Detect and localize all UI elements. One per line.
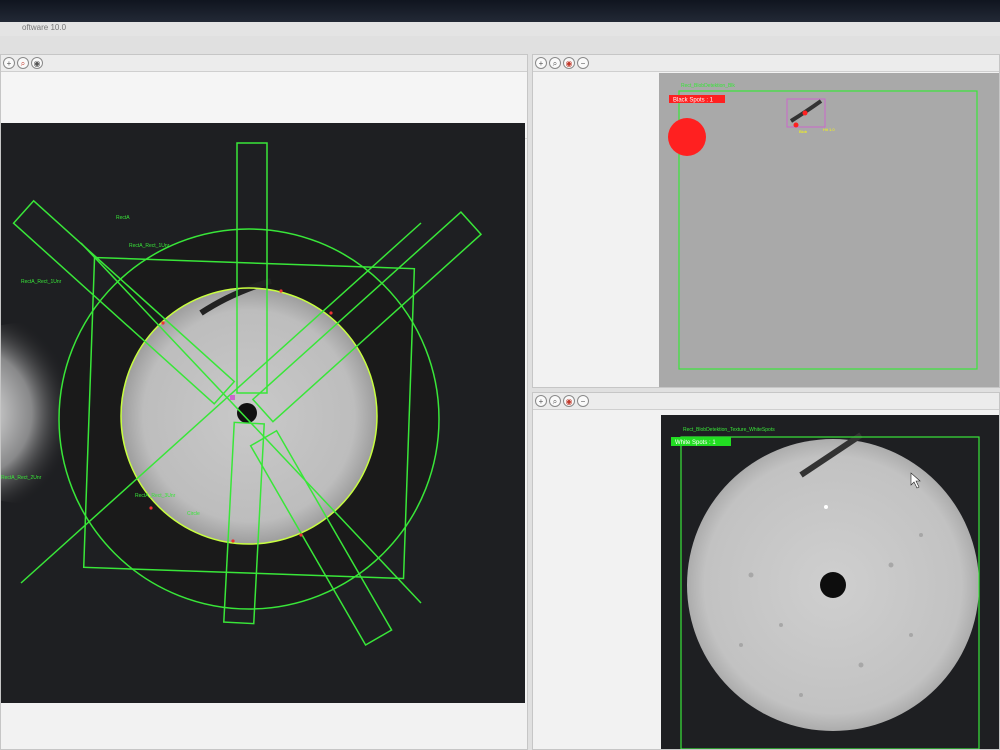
white-spots-image[interactable]: Rect_BlobDetektion_Texture_WhiteSpots Wh…: [661, 415, 999, 749]
main-image-pane: + ⌕ ◉ RectA RectA_Rect_1Unr RectA_Rect_1…: [0, 54, 528, 750]
roi-label-3: RectA_Rect_1Unr: [21, 279, 62, 285]
zoom-in-icon[interactable]: +: [535, 395, 547, 407]
roi-label-4: RectA_Rect_2Unr: [1, 475, 42, 481]
texture-background: [659, 73, 999, 387]
zoom-fit-icon[interactable]: ⌕: [17, 57, 29, 69]
zoom-reset-icon[interactable]: ◉: [563, 395, 575, 407]
roi-label-6: Circle: [187, 511, 200, 517]
zoom-out-icon[interactable]: −: [577, 395, 589, 407]
zoom-out-icon[interactable]: −: [577, 57, 589, 69]
black-spots-canvas: Rect_BlobDetektion_Blk Black Spots : 1 B…: [659, 73, 999, 387]
white-spots-pane: + ⌕ ◉ − Rect_BlobDetektion_Texture_White…: [532, 392, 1000, 750]
white-spots-badge-text: White Spots : 1: [675, 440, 716, 446]
zoom-fit-icon[interactable]: ⌕: [549, 57, 561, 69]
center-marker: [230, 395, 235, 400]
defect-tag-2: Hit 1.0: [823, 127, 835, 132]
zoom-in-icon[interactable]: +: [535, 57, 547, 69]
defect-point-1: [802, 110, 808, 116]
wafer-center-hole: [237, 403, 257, 423]
zoom-in-icon[interactable]: +: [3, 57, 15, 69]
zoom-toolbar-top: + ⌕ ◉ −: [533, 55, 999, 72]
defect-point-2: [793, 122, 799, 128]
zoom-reset-icon[interactable]: ◉: [563, 57, 575, 69]
black-spots-image[interactable]: Rect_BlobDetektion_Blk Black Spots : 1 B…: [659, 73, 999, 387]
region-label: Rect_BlobDetektion_Texture_WhiteSpots: [683, 427, 775, 433]
roi-label-1: RectA: [116, 215, 130, 221]
inspection-canvas: RectA RectA_Rect_1Unr RectA_Rect_1Unr Re…: [1, 123, 525, 703]
white-spots-canvas: Rect_BlobDetektion_Texture_WhiteSpots Wh…: [661, 415, 999, 749]
roi-label-2: RectA_Rect_1Unr: [129, 243, 170, 249]
window-title: oftware 10.0: [22, 23, 67, 32]
defect-tag-1: Blob: [799, 129, 808, 134]
black-spots-pane: + ⌕ ◉ − Rect_BlobDetektion_Blk Black Spo…: [532, 54, 1000, 388]
wafer-center-hole: [820, 572, 846, 598]
black-spot-indicator: [668, 118, 706, 156]
region-label: Rect_BlobDetektion_Blk: [681, 83, 735, 89]
white-spot-mark: [824, 505, 828, 509]
roi-label-5: RectA_Rect_3Unr: [135, 493, 176, 499]
zoom-fit-icon[interactable]: ⌕: [549, 395, 561, 407]
inspection-image[interactable]: RectA RectA_Rect_1Unr RectA_Rect_1Unr Re…: [1, 123, 525, 703]
window-titlebar: oftware 10.0: [0, 22, 1000, 36]
workspace: + ⌕ ◉ RectA RectA_Rect_1Unr RectA_Rect_1…: [0, 36, 1000, 750]
zoom-toolbar-bottom: + ⌕ ◉ −: [533, 393, 999, 410]
black-spots-badge-text: Black Spots : 1: [673, 98, 714, 104]
zoom-toolbar: + ⌕ ◉: [1, 55, 527, 72]
zoom-reset-icon[interactable]: ◉: [31, 57, 43, 69]
